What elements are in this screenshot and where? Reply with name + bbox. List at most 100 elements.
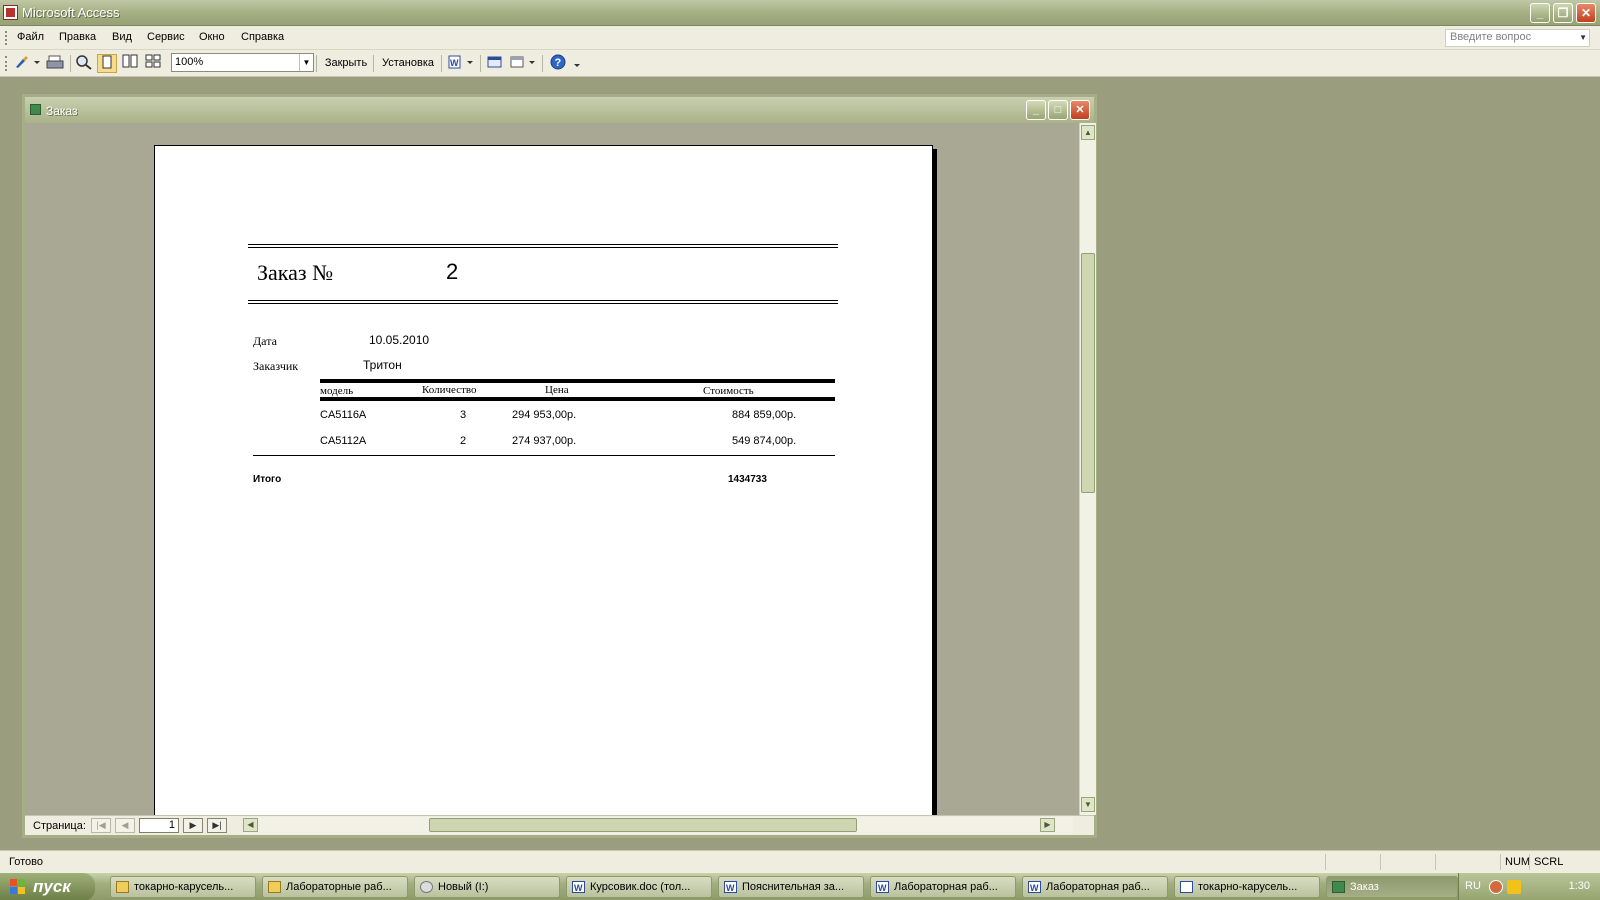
menu-tools[interactable]: Сервис (147, 31, 185, 43)
report-window-title-bar[interactable]: Заказ _ □ ✕ (25, 97, 1094, 123)
multiple-pages-icon[interactable] (143, 54, 163, 73)
taskbar-item[interactable]: Курсовик.doc (тол... (566, 876, 712, 898)
minimize-button[interactable]: _ (1530, 3, 1550, 23)
report-window-title: Заказ (46, 104, 78, 118)
horizontal-scrollbar[interactable]: ◀ ▶ (243, 817, 1073, 834)
word-doc-icon (876, 878, 889, 897)
customer-value: Тритон (363, 358, 402, 372)
print-icon[interactable] (45, 54, 65, 73)
last-page-icon[interactable]: ▶| (207, 818, 227, 833)
page-setup-button[interactable]: Установка (378, 54, 438, 73)
row-cost: 884 859,00р. (732, 409, 797, 421)
menu-bar: Файл Правка Вид Сервис Окно Справка Введ… (0, 26, 1600, 50)
zoom-magnifier-icon[interactable] (74, 54, 94, 73)
row-price: 294 953,00р. (512, 409, 577, 421)
vertical-scrollbar[interactable]: ▲ ▼ (1079, 123, 1096, 815)
taskbar-item[interactable]: Лабораторная раб... (870, 876, 1016, 898)
scroll-lock-indicator: SCRL (1529, 854, 1569, 870)
taskbar-item-label: Лабораторные раб... (286, 881, 392, 893)
row-price: 274 937,00р. (512, 435, 577, 447)
one-page-icon[interactable] (97, 54, 117, 73)
toolbar-options-icon[interactable] (572, 54, 582, 73)
doc-maximize-button[interactable]: □ (1048, 100, 1068, 120)
row-quantity: 2 (460, 435, 467, 447)
help-icon[interactable]: ? (548, 54, 568, 73)
ask-question-box[interactable]: Введите вопрос ▼ (1445, 29, 1590, 47)
report-heading: Заказ № (257, 260, 334, 285)
total-label: Итого (253, 474, 282, 485)
folder-icon (116, 881, 129, 893)
taskbar-item-label: Новый (I:) (438, 881, 489, 893)
app-title: Microsoft Access (22, 5, 120, 20)
access-app-icon[interactable] (3, 5, 18, 20)
row-cost: 549 874,00р. (732, 435, 797, 447)
word-doc-icon (724, 878, 737, 897)
date-label: Дата (253, 334, 277, 348)
chevron-down-icon[interactable]: ▼ (1579, 33, 1587, 42)
taskbar-item-active[interactable]: Заказ (1326, 876, 1458, 898)
language-indicator[interactable]: RU (1465, 880, 1481, 892)
status-text: Готово (9, 856, 43, 868)
app-title-bar[interactable]: Microsoft Access _ ❐ ✕ (0, 0, 1600, 26)
menu-view[interactable]: Вид (112, 31, 132, 43)
taskbar-item[interactable]: токарно-карусель... (110, 876, 256, 898)
date-value: 10.05.2010 (369, 333, 430, 347)
scroll-up-icon[interactable]: ▲ (1081, 125, 1095, 140)
taskbar-item[interactable]: Лабораторная раб... (1022, 876, 1168, 898)
page-number-input[interactable]: 1 (139, 818, 179, 833)
page-navigation-bar: Страница: |◀ ◀ 1 ▶ ▶| ◀ ▶ (25, 815, 1094, 835)
previous-page-icon[interactable]: ◀ (115, 818, 135, 833)
doc-minimize-button[interactable]: _ (1026, 100, 1046, 120)
toolbar-grip[interactable] (5, 56, 7, 71)
taskbar-item[interactable]: Пояснительная за... (718, 876, 864, 898)
taskbar-item[interactable]: токарно-карусель... (1174, 876, 1320, 898)
system-tray: RU 1:30 (1458, 873, 1600, 900)
next-page-icon[interactable]: ▶ (183, 818, 203, 833)
close-button[interactable]: ✕ (1576, 3, 1596, 23)
clock: 1:30 (1568, 880, 1590, 892)
zoom-value: 100% (175, 56, 204, 68)
column-header-model: модель (320, 385, 354, 397)
scroll-right-icon[interactable]: ▶ (1040, 818, 1055, 832)
menu-help[interactable]: Справка (241, 31, 284, 43)
zoom-combo[interactable]: 100% ▼ (171, 53, 314, 72)
first-page-icon[interactable]: |◀ (91, 818, 111, 833)
two-pages-icon[interactable] (120, 54, 140, 73)
view-design-icon[interactable] (12, 54, 42, 73)
taskbar-item-label: токарно-карусель... (134, 881, 234, 893)
start-button[interactable]: пуск (0, 873, 95, 900)
menu-window[interactable]: Окно (199, 31, 225, 43)
taskbar-item[interactable]: Новый (I:) (414, 876, 560, 898)
taskbar-item-label: Заказ (1350, 881, 1379, 893)
window-icon (1180, 881, 1193, 893)
database-window-icon[interactable] (485, 54, 505, 73)
ask-question-placeholder: Введите вопрос (1450, 31, 1532, 43)
word-doc-icon (572, 878, 585, 897)
row-quantity: 3 (460, 409, 467, 421)
vertical-scroll-thumb[interactable] (1081, 253, 1095, 493)
chevron-down-icon[interactable]: ▼ (299, 54, 313, 71)
close-preview-button[interactable]: Закрыть (322, 54, 370, 73)
tray-arrow-icon[interactable] (1489, 880, 1503, 894)
doc-close-button[interactable]: ✕ (1070, 100, 1090, 120)
menu-file[interactable]: Файл (17, 31, 44, 43)
page-label: Страница: (33, 820, 86, 832)
menu-edit[interactable]: Правка (59, 31, 96, 43)
taskbar-item-label: токарно-карусель... (1198, 881, 1298, 893)
taskbar-item-label: Курсовик.doc (тол... (590, 881, 691, 893)
taskbar-item[interactable]: Лабораторные раб... (262, 876, 408, 898)
scroll-left-icon[interactable]: ◀ (243, 818, 258, 832)
warning-icon[interactable] (1507, 880, 1521, 894)
svg-text:?: ? (555, 57, 562, 69)
restore-button[interactable]: ❐ (1553, 3, 1573, 23)
horizontal-scroll-thumb[interactable] (429, 818, 857, 832)
windows-logo-icon (10, 879, 27, 895)
row-model: CA5116A (320, 409, 367, 421)
new-object-icon[interactable] (508, 54, 538, 73)
column-header-price: Цена (545, 384, 569, 396)
folder-icon (268, 881, 281, 893)
office-links-icon[interactable]: W (446, 54, 476, 73)
menu-grip[interactable] (5, 31, 7, 45)
preview-area[interactable]: Заказ № 2 Дата 10.05.2010 Заказчик Трито… (25, 123, 1079, 815)
scroll-down-icon[interactable]: ▼ (1081, 797, 1095, 812)
